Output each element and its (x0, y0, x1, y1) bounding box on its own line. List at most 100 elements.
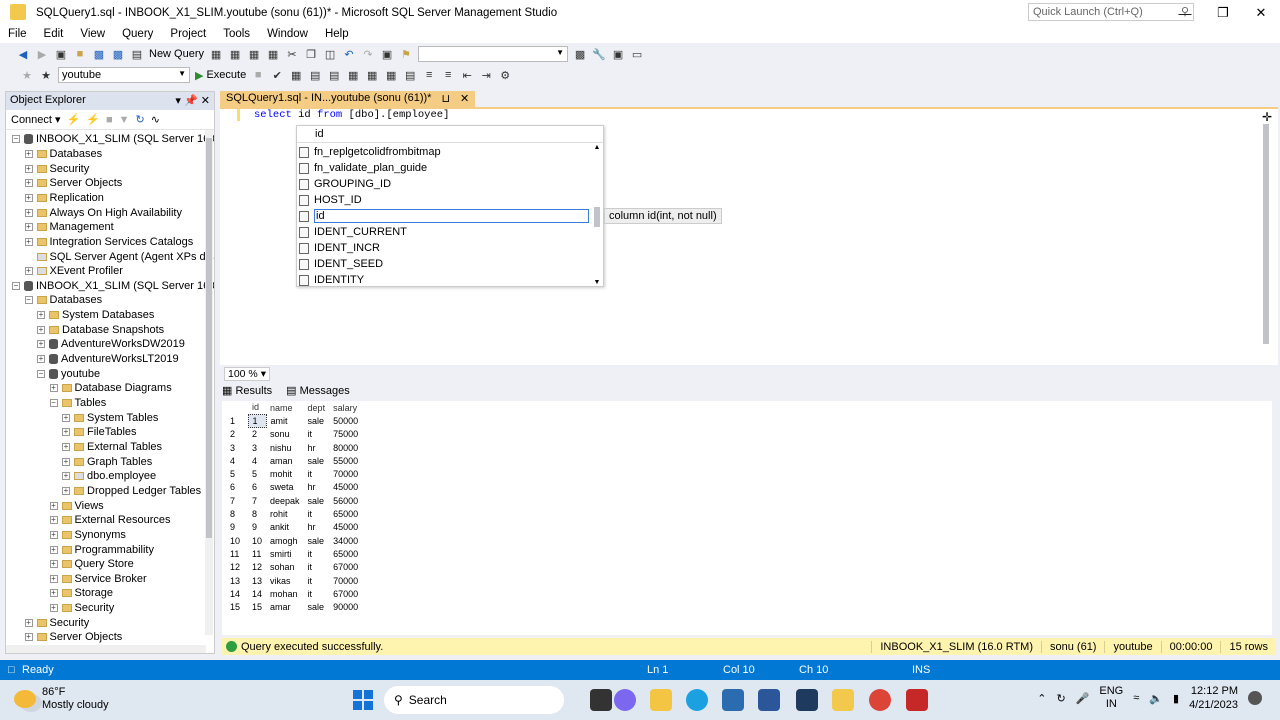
weather-widget[interactable]: 86°F Mostly cloudy (14, 686, 109, 712)
expand-icon[interactable]: + (24, 223, 33, 232)
save-all-icon[interactable]: ▩ (111, 47, 125, 61)
table-row[interactable]: 2 2 sonu it 75000 (226, 428, 362, 441)
results-grid[interactable]: id name dept salary 1 1 amit sale 50000 2 2 sonu it 7… (226, 401, 363, 614)
new-project-icon[interactable]: ▣ (54, 47, 68, 61)
tree-node[interactable]: + XEvent Profiler (24, 264, 123, 279)
tree-node[interactable]: + External Resources (49, 513, 171, 528)
volume-icon[interactable]: 🔈 (1149, 692, 1163, 705)
tree-node[interactable]: + Database Snapshots (37, 322, 164, 337)
table-cell[interactable]: 55000 (329, 454, 362, 467)
table-cell[interactable]: 13 (248, 574, 266, 587)
filter-icon[interactable]: ▼ (119, 114, 130, 126)
taskbar-clock[interactable]: 12:12 PM 4/21/2023 (1189, 684, 1238, 712)
change-connection-icon[interactable]: ★ (39, 68, 53, 82)
tree-node[interactable]: + Storage (49, 586, 113, 601)
new-query-icon[interactable]: ▤ (130, 47, 144, 61)
table-cell[interactable]: 45000 (329, 521, 362, 534)
file-explorer-icon[interactable] (650, 689, 672, 711)
panel-close-icon[interactable]: ✕ (201, 95, 210, 107)
forward-icon[interactable]: ▶ (35, 47, 49, 61)
table-cell[interactable]: 65000 (329, 507, 362, 520)
tree-node[interactable]: + AdventureWorksLT2019 (37, 352, 179, 367)
table-row[interactable]: 13 13 vikas it 70000 (226, 574, 362, 587)
table-cell[interactable]: sweta (266, 481, 304, 494)
table-cell[interactable]: hr (304, 441, 330, 454)
row-number[interactable]: 6 (226, 481, 248, 494)
expand-icon[interactable]: + (49, 516, 58, 525)
toolbox-icon[interactable]: ▣ (611, 47, 625, 61)
undo-icon[interactable]: ↶ (342, 47, 356, 61)
table-row[interactable]: 5 5 mohit it 70000 (226, 467, 362, 480)
table-cell[interactable]: 34000 (329, 534, 362, 547)
refresh-icon[interactable]: ↻ (136, 113, 145, 126)
table-cell[interactable]: sale (304, 494, 330, 507)
minimize-button[interactable]: — (1166, 0, 1204, 26)
table-cell[interactable]: 11 (248, 547, 266, 560)
cut-icon[interactable]: ✂ (285, 47, 299, 61)
row-number[interactable]: 13 (226, 574, 248, 587)
expand-icon[interactable]: + (24, 618, 33, 627)
expand-icon[interactable]: + (37, 311, 45, 320)
zoom-selector[interactable]: 100 % ▾ (224, 367, 270, 381)
intellisense-scrollbar[interactable]: ▲ ▼ (593, 144, 601, 286)
split-editor-icon[interactable]: ✛ (1262, 110, 1272, 124)
xmla-query-icon[interactable]: ▦ (247, 47, 261, 61)
table-cell[interactable]: sale (304, 414, 330, 427)
include-plan-icon[interactable]: ▦ (346, 68, 360, 82)
table-cell[interactable]: smirti (266, 547, 304, 560)
table-cell[interactable]: deepak (266, 494, 304, 507)
intellisense-item[interactable]: IDENT_CURRENT (299, 224, 589, 240)
tree-node[interactable]: − youtube (37, 366, 100, 381)
table-cell[interactable]: 8 (248, 507, 266, 520)
table-cell[interactable]: it (304, 574, 330, 587)
expand-icon[interactable]: + (24, 237, 33, 246)
tree-node[interactable]: + Server Objects (24, 176, 122, 191)
collapse-icon[interactable]: − (12, 135, 20, 144)
table-cell[interactable]: 6 (248, 481, 266, 494)
table-cell[interactable]: it (304, 428, 330, 441)
expand-icon[interactable]: + (62, 428, 70, 437)
expand-icon[interactable]: + (37, 355, 45, 364)
expand-icon[interactable]: + (49, 574, 58, 583)
table-cell[interactable]: 67000 (329, 587, 362, 600)
tree-node[interactable]: + Views (49, 498, 104, 513)
table-cell[interactable]: it (304, 587, 330, 600)
table-row[interactable]: 12 12 sohan it 67000 (226, 561, 362, 574)
menu-query[interactable]: Query (122, 26, 153, 43)
row-number[interactable]: 9 (226, 521, 248, 534)
chrome-icon[interactable] (869, 689, 891, 711)
table-cell[interactable]: nishu (266, 441, 304, 454)
table-cell[interactable]: hr (304, 521, 330, 534)
comment-icon[interactable]: ≡ (422, 68, 436, 82)
expand-icon[interactable]: + (24, 193, 33, 202)
table-cell[interactable]: 50000 (329, 414, 362, 427)
table-cell[interactable]: 70000 (329, 574, 362, 587)
tree-node[interactable]: + System Databases (37, 308, 154, 323)
menu-help[interactable]: Help (325, 26, 349, 43)
row-number[interactable]: 1 (226, 414, 248, 427)
close-button[interactable]: ✕ (1242, 0, 1280, 26)
table-cell[interactable]: 5 (248, 467, 266, 480)
tree-node[interactable]: + Security (24, 161, 89, 176)
table-row[interactable]: 14 14 mohan it 67000 (226, 587, 362, 600)
tree-node[interactable]: + Security (49, 601, 114, 616)
table-cell[interactable]: mohan (266, 587, 304, 600)
expand-icon[interactable]: + (24, 633, 33, 642)
table-cell[interactable]: 1 (247, 413, 267, 429)
find-icon[interactable]: ⚑ (399, 47, 413, 61)
table-cell[interactable]: 90000 (329, 600, 362, 613)
table-row[interactable]: 10 10 amogh sale 34000 (226, 534, 362, 547)
table-row[interactable]: 3 3 nishu hr 80000 (226, 441, 362, 454)
activity-icon[interactable]: ∿ (151, 113, 160, 126)
tree-node[interactable]: + Programmability (49, 542, 154, 557)
tree-node[interactable]: + Security (24, 615, 89, 630)
task-view-icon[interactable] (590, 689, 612, 711)
expand-icon[interactable]: + (24, 149, 33, 158)
teams-chat-icon[interactable] (614, 689, 636, 711)
menu-view[interactable]: View (80, 26, 105, 43)
intellisense-item[interactable]: fn_validate_plan_guide (299, 160, 589, 176)
screen-recorder-icon[interactable] (906, 689, 928, 711)
table-cell[interactable]: amar (266, 600, 304, 613)
table-cell[interactable]: amogh (266, 534, 304, 547)
expand-icon[interactable]: + (49, 530, 58, 539)
